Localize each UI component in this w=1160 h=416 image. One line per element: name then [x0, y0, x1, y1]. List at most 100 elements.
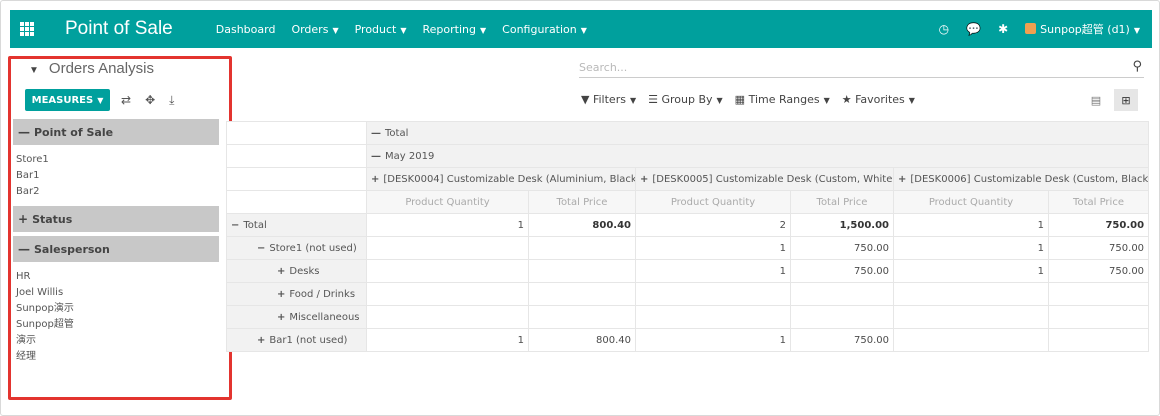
- row-header[interactable]: − Total: [226, 213, 367, 237]
- table-cell[interactable]: 1: [635, 236, 791, 260]
- caret-down-icon: ▼: [332, 25, 339, 35]
- table-cell[interactable]: 750.00: [790, 236, 894, 260]
- table-cell[interactable]: 750.00: [1047, 259, 1150, 283]
- expand-icon: +: [898, 173, 907, 185]
- table-cell[interactable]: 1: [635, 328, 791, 352]
- table-cell[interactable]: 800.40: [528, 213, 636, 237]
- menu-reporting[interactable]: Reporting ▼: [423, 23, 487, 36]
- graph-view-icon[interactable]: ▤: [1084, 89, 1108, 111]
- row-header[interactable]: + Bar1 (not used): [226, 328, 367, 352]
- table-cell[interactable]: [366, 305, 529, 329]
- expand-icon: +: [277, 311, 286, 323]
- row-header[interactable]: + Miscellaneous: [226, 305, 367, 329]
- measure-header[interactable]: Total Price: [528, 190, 636, 214]
- table-cell[interactable]: [528, 305, 636, 329]
- table-cell[interactable]: [790, 282, 894, 306]
- table-cell[interactable]: [635, 305, 791, 329]
- col-header-period[interactable]: — May 2019: [365, 144, 1150, 168]
- table-cell[interactable]: 1: [366, 213, 529, 237]
- expand-icon: +: [371, 173, 380, 185]
- table-cell[interactable]: 1: [893, 236, 1049, 260]
- top-navbar: Point of Sale Dashboard Orders ▼ Product ▼…: [10, 10, 1152, 48]
- bug-icon[interactable]: ✱: [998, 22, 1008, 36]
- star-icon: ★: [841, 93, 856, 106]
- col-header-product[interactable]: + [DESK0005] Customizable Desk (Custom, W…: [635, 167, 894, 191]
- table-cell[interactable]: [528, 259, 636, 283]
- table-cell[interactable]: [790, 305, 894, 329]
- menu-configuration[interactable]: Configuration ▼: [502, 23, 587, 36]
- table-cell[interactable]: 1: [893, 259, 1049, 283]
- table-cell[interactable]: [528, 282, 636, 306]
- measure-header[interactable]: Total Price: [1047, 190, 1150, 214]
- table-cell[interactable]: [893, 305, 1049, 329]
- table-cell[interactable]: 1: [366, 328, 529, 352]
- table-cell[interactable]: [635, 282, 791, 306]
- apps-grid-icon[interactable]: [20, 22, 34, 36]
- list-icon: ☰: [648, 93, 662, 106]
- table-cell[interactable]: [528, 236, 636, 260]
- table-cell[interactable]: [1047, 328, 1150, 352]
- measure-header[interactable]: Total Price: [790, 190, 894, 214]
- expand-icon: +: [640, 173, 649, 185]
- table-cell[interactable]: 800.40: [528, 328, 636, 352]
- table-row: − Total 1 800.40 2 1,500.00 1 750.00: [226, 213, 1150, 237]
- menu-dashboard[interactable]: Dashboard: [216, 23, 276, 36]
- search-icon[interactable]: ⚲: [1132, 59, 1142, 74]
- measure-header[interactable]: Product Quantity: [893, 190, 1049, 214]
- collapse-icon: —: [371, 127, 381, 139]
- systray: ◷ 💬 ✱ Sunpop超管 (d1) ▼: [939, 21, 1140, 37]
- avatar: [1025, 23, 1037, 34]
- table-cell[interactable]: 750.00: [1047, 213, 1150, 237]
- filter-icon: ▼: [581, 93, 593, 106]
- table-row: + Bar1 (not used) 1 800.40 1 750.00: [226, 328, 1150, 352]
- timeranges-dropdown[interactable]: ▦ Time Ranges ▼: [735, 93, 830, 106]
- table-cell[interactable]: [1047, 305, 1150, 329]
- corner-cell: [226, 167, 367, 191]
- caret-down-icon: ▼: [908, 96, 915, 105]
- chat-icon[interactable]: 💬: [966, 22, 981, 36]
- table-cell[interactable]: [893, 282, 1049, 306]
- table-row: + Desks 1 750.00 1 750.00: [226, 259, 1150, 283]
- table-cell[interactable]: [366, 236, 529, 260]
- table-cell[interactable]: [366, 282, 529, 306]
- pivot-body: − Total 1 800.40 2 1,500.00 1 750.00− Store1 (no…: [226, 213, 1150, 352]
- caret-down-icon: ▼: [1133, 26, 1140, 35]
- menu-product[interactable]: Product ▼: [355, 23, 407, 36]
- search-input[interactable]: [579, 58, 1119, 74]
- caret-down-icon: ▼: [580, 25, 587, 35]
- table-cell[interactable]: 1: [893, 213, 1049, 237]
- measure-header[interactable]: Product Quantity: [635, 190, 791, 214]
- table-cell[interactable]: 2: [635, 213, 791, 237]
- corner-cell: [226, 144, 367, 168]
- caret-down-icon: ▼: [823, 96, 830, 105]
- corner-cell: [226, 121, 367, 145]
- user-menu[interactable]: Sunpop超管 (d1) ▼: [1025, 21, 1140, 37]
- expand-icon: +: [277, 288, 286, 300]
- row-header[interactable]: + Desks: [226, 259, 367, 283]
- app-title[interactable]: Point of Sale: [65, 18, 173, 40]
- col-header-product[interactable]: + [DESK0006] Customizable Desk (Custom, B…: [892, 167, 1150, 191]
- menu-orders[interactable]: Orders ▼: [291, 23, 338, 36]
- main-menu: Dashboard Orders ▼ Product ▼ Reporting ▼ Co…: [216, 23, 587, 36]
- filters-dropdown[interactable]: ▼ Filters ▼: [581, 93, 636, 106]
- row-header[interactable]: − Store1 (not used): [226, 236, 367, 260]
- table-cell[interactable]: [1047, 282, 1150, 306]
- table-cell[interactable]: [893, 328, 1049, 352]
- pivot-view-icon[interactable]: ⊞: [1114, 89, 1138, 111]
- table-cell[interactable]: 1: [635, 259, 791, 283]
- table-row: + Food / Drinks: [226, 282, 1150, 306]
- col-header-product[interactable]: + [DESK0004] Customizable Desk (Aluminium…: [366, 167, 636, 191]
- table-cell[interactable]: 750.00: [1047, 236, 1150, 260]
- clock-icon[interactable]: ◷: [939, 22, 949, 36]
- favorites-dropdown[interactable]: ★ Favorites ▼: [842, 93, 915, 106]
- table-cell[interactable]: 1,500.00: [790, 213, 894, 237]
- col-header-total[interactable]: — Total: [365, 121, 1150, 145]
- measure-header[interactable]: Product Quantity: [366, 190, 529, 214]
- table-cell[interactable]: 750.00: [790, 259, 894, 283]
- table-row: + Miscellaneous: [226, 305, 1150, 329]
- table-cell[interactable]: [366, 259, 529, 283]
- row-header[interactable]: + Food / Drinks: [226, 282, 367, 306]
- groupby-dropdown[interactable]: ☰ Group By ▼: [648, 93, 723, 106]
- table-cell[interactable]: 750.00: [790, 328, 894, 352]
- search-options: ▼ Filters ▼ ☰ Group By ▼ ▦ Time Ranges ▼ ★ …: [581, 93, 915, 106]
